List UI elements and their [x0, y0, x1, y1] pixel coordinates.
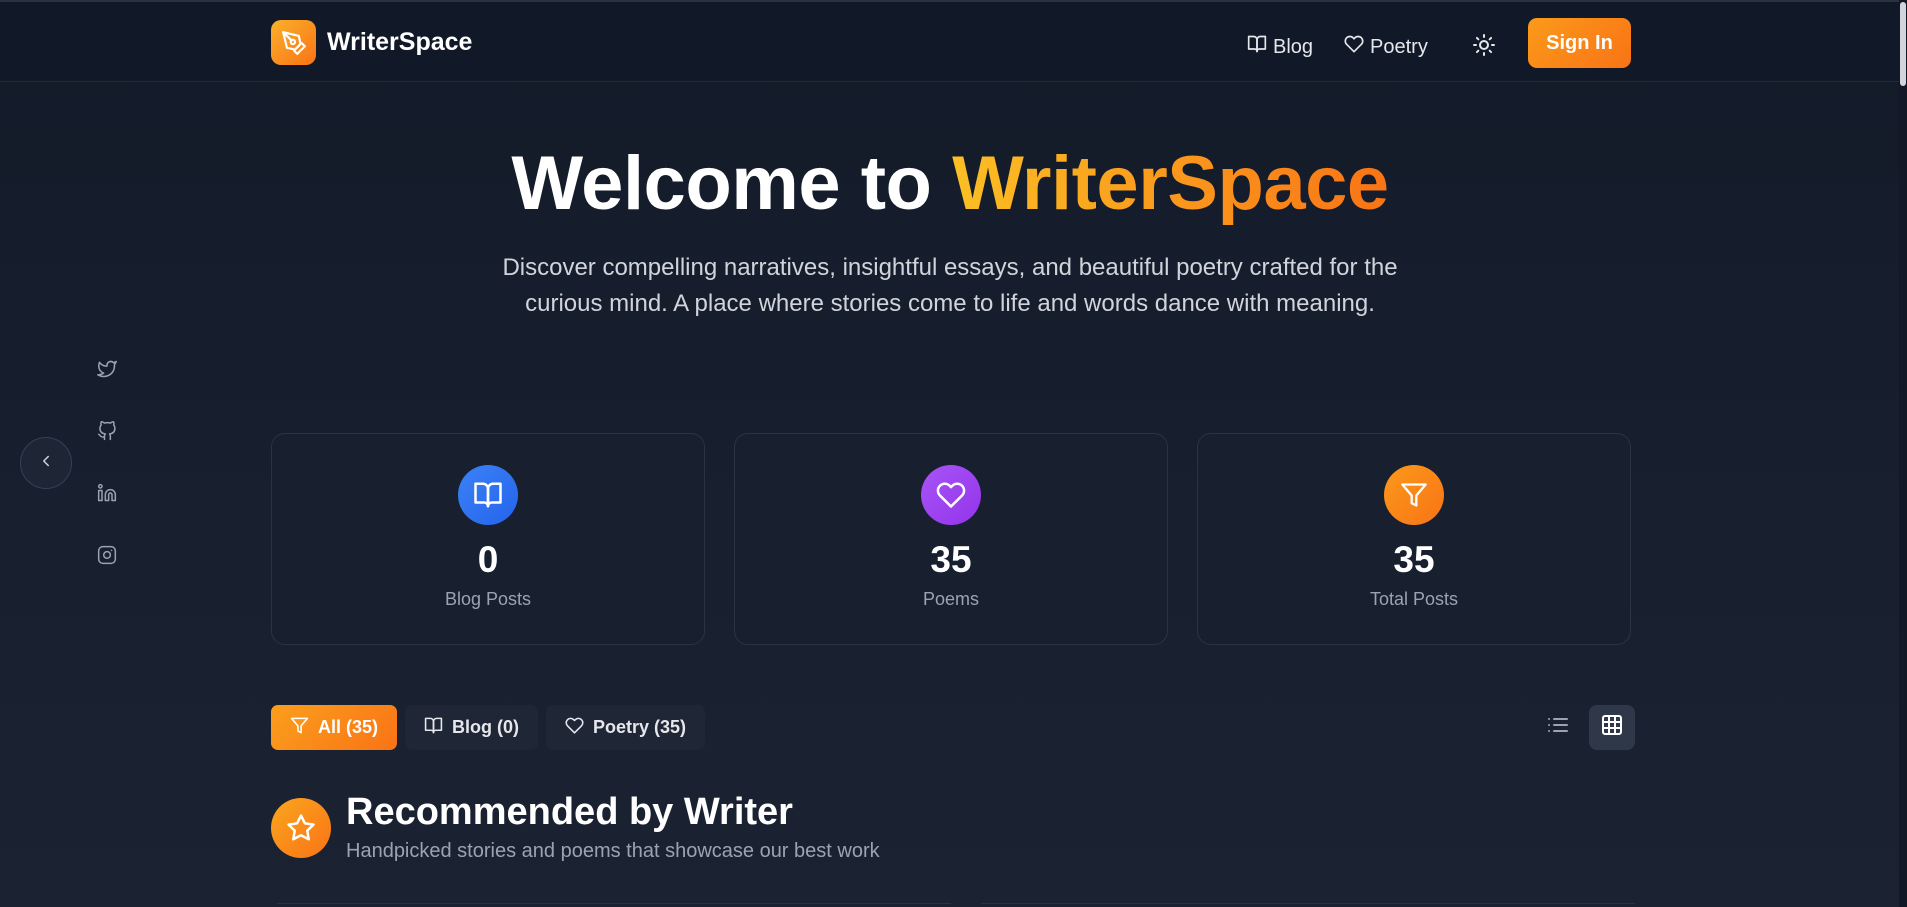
- grid-view-button[interactable]: [1589, 705, 1635, 750]
- list-view-button[interactable]: [1535, 705, 1581, 750]
- heart-icon: [921, 465, 981, 525]
- stat-card-total-posts: 35 Total Posts: [1197, 433, 1631, 645]
- instagram-icon[interactable]: [96, 544, 118, 566]
- hero-title-prefix: Welcome to: [511, 141, 953, 226]
- stat-label: Blog Posts: [444, 589, 532, 609]
- hero-subtitle: Discover compelling narratives, insightf…: [502, 254, 1398, 317]
- stat-card-poems: 35 Poems: [734, 433, 1168, 645]
- grid-icon: [1600, 713, 1624, 742]
- nav-link-label: Poetry: [1370, 35, 1428, 58]
- stat-value: 35: [1393, 539, 1435, 580]
- filter-icon: [290, 716, 309, 740]
- filter-poetry-button[interactable]: Poetry (35): [546, 705, 706, 750]
- stat-card-blog-posts: 0 Blog Posts: [271, 433, 705, 645]
- page: WriterSpace Blog Poetry Sign In Welcome …: [0, 0, 1907, 907]
- linkedin-icon[interactable]: [96, 482, 118, 504]
- nav-link-blog[interactable]: Blog: [1247, 34, 1313, 60]
- sun-icon: [1472, 33, 1496, 62]
- scrollbar[interactable]: [1899, 0, 1907, 907]
- post-card-edge: [981, 903, 1635, 907]
- social-links: [96, 358, 118, 566]
- book-icon: [1247, 34, 1267, 60]
- section-title: Recommended by Writer: [346, 791, 793, 833]
- heart-icon: [1344, 34, 1364, 60]
- main-nav: Blog Poetry: [1247, 32, 1499, 62]
- book-icon: [424, 716, 443, 740]
- section-subtitle: Handpicked stories and poems that showca…: [346, 840, 880, 862]
- heart-icon: [565, 716, 584, 740]
- sign-in-button[interactable]: Sign In: [1528, 18, 1631, 68]
- stat-label: Total Posts: [1369, 589, 1459, 609]
- filter-label: All (35): [318, 717, 379, 737]
- category-filters: All (35) Blog (0) Poetry (35): [271, 705, 706, 750]
- nav-link-poetry[interactable]: Poetry: [1344, 34, 1428, 60]
- hero-title: Welcome to WriterSpace: [0, 140, 1900, 227]
- filter-all-button[interactable]: All (35): [271, 705, 398, 750]
- brand-name: WriterSpace: [327, 28, 473, 56]
- filter-icon: [1384, 465, 1444, 525]
- post-card-edge: [277, 903, 951, 907]
- view-mode-toggle: [1535, 705, 1635, 750]
- theme-toggle-button[interactable]: [1469, 32, 1499, 62]
- scrollbar-thumb[interactable]: [1900, 2, 1906, 86]
- star-icon: [271, 798, 331, 858]
- stat-value: 35: [930, 539, 972, 580]
- filter-label: Poetry (35): [593, 717, 687, 737]
- list-icon: [1546, 713, 1570, 742]
- book-open-icon: [458, 465, 518, 525]
- pen-nib-icon: [271, 20, 316, 65]
- twitter-icon[interactable]: [96, 358, 118, 380]
- filter-label: Blog (0): [452, 717, 520, 737]
- stat-value: 0: [477, 539, 499, 580]
- hero-title-accent: WriterSpace: [952, 141, 1389, 226]
- chevron-left-icon: [37, 452, 55, 475]
- nav-link-label: Blog: [1273, 35, 1314, 58]
- stat-label: Poems: [922, 589, 980, 609]
- filter-blog-button[interactable]: Blog (0): [405, 705, 539, 750]
- collapse-sidebar-button[interactable]: [20, 437, 72, 489]
- github-icon[interactable]: [96, 420, 118, 442]
- top-navbar: WriterSpace Blog Poetry Sign In: [0, 0, 1907, 82]
- brand-logo[interactable]: WriterSpace: [271, 20, 472, 65]
